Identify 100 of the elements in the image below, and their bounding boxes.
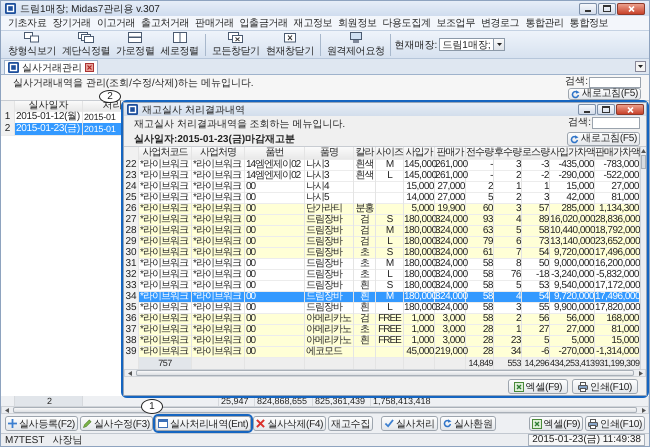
status-datetime: 2015-01-23(금) 11:49:38 <box>528 434 645 446</box>
row-number: 29 <box>124 236 139 248</box>
vertical-scrollbar[interactable] <box>640 147 646 369</box>
table-row[interactable]: 24 *라이브워크 *라이브워크 00 나시4 15,000 27,000 2 1 1 15,000 27,000 <box>124 181 640 192</box>
scroll-thumb[interactable] <box>136 370 634 376</box>
maximize-button[interactable] <box>597 104 615 115</box>
minimize-button[interactable] <box>578 104 596 115</box>
printer-icon <box>578 382 588 392</box>
minimize-icon <box>585 10 591 12</box>
table-row[interactable]: 39 *라이브워크 *라이브워크 00 에코모드 45,000219,000 28 34 -6 -270,000 -1,314,000 <box>124 346 640 357</box>
table-row[interactable]: 35 *라이브워크 *라이브워크 00 드림장바 흰 L 180,000324,000 58 3 55 9,900,00017,820,000 <box>124 302 640 313</box>
menu-item[interactable]: 장기거래 <box>51 16 92 30</box>
menu-item[interactable]: 변경로그 <box>480 16 520 30</box>
table-row[interactable]: 31 *라이브워크 *라이브워크 00 드림장바 초 M 180,000324,000 58 8 50 9,000,00016,200,000 <box>124 258 640 269</box>
action-button[interactable]: 실사수정(F3) <box>80 416 153 431</box>
row-number: 2 <box>1 123 15 136</box>
row-number: 37 <box>124 324 139 336</box>
menu-item[interactable]: 보조업무 <box>435 16 476 30</box>
action-button[interactable]: 엑셀(F9) <box>508 379 568 394</box>
action-button[interactable]: 실사환원 <box>440 416 496 431</box>
plus-icon <box>8 419 17 428</box>
action-button[interactable]: 엑셀(F9) <box>528 416 584 431</box>
row-number: 36 <box>124 313 139 325</box>
scroll-thumb[interactable] <box>13 407 637 413</box>
row-number: 27 <box>124 214 139 226</box>
toolbar-button[interactable]: 현재창닫기 <box>262 32 317 58</box>
horizontal-scrollbar[interactable] <box>124 369 646 377</box>
row-count: 757 <box>139 357 192 370</box>
scroll-thumb[interactable] <box>641 155 646 169</box>
toolbar-button[interactable]: 세로정렬 <box>157 32 202 58</box>
app-icon <box>5 3 16 14</box>
table-row[interactable]: 30 *라이브워크 *라이브워크 00 드림장바 초 S 180,000324,000 61 7 54 9,720,00017,496,000 <box>124 247 640 258</box>
table-row[interactable]: 29 *라이브워크 *라이브워크 00 드림장바 검 L 180,000324,000 79 6 7313,140,00023,652,000 <box>124 236 640 247</box>
window-title: 재고실사 처리결과내역 <box>142 104 245 116</box>
tab[interactable]: 실사거래관리 <box>4 60 98 74</box>
action-button[interactable]: 실사등록(F2) <box>5 416 78 431</box>
maximize-button[interactable] <box>598 2 616 14</box>
row-number: 38 <box>124 335 139 347</box>
grid-corner <box>124 147 139 160</box>
tab-list-button[interactable] <box>635 61 646 72</box>
action-button[interactable]: 재고수집 <box>328 416 373 431</box>
menu-item[interactable]: 입출금거래 <box>238 16 289 30</box>
row-number: 25 <box>124 192 139 204</box>
search-field[interactable] <box>592 117 640 129</box>
column-header: 실사일자 <box>15 101 83 112</box>
refresh-icon <box>571 90 580 98</box>
app-icon <box>8 62 19 73</box>
row-number: 35 <box>124 302 139 314</box>
arrow-left-icon <box>4 408 8 412</box>
window-x-icon <box>282 32 298 42</box>
store-dropdown[interactable]: 드림1매장; <box>439 38 506 51</box>
date-label: 실사일자:2015-01-23(금)마감재고분 <box>134 134 296 146</box>
menu-item[interactable]: 재고정보 <box>292 16 334 30</box>
caret-icon <box>496 43 502 46</box>
table-row[interactable]: 32 *라이브워크 *라이브워크 00 드림장바 초 L 180,000324,000 58 76 -18 -3,240,000 -5,832,000 <box>124 269 640 280</box>
table-row[interactable]: 22 *라이브워크 *라이브워크 14엠엔제이02 나시3 흰색 M 145,000261,000 - 3 -3 -435,000 -783,000 <box>124 159 640 170</box>
refresh-button[interactable]: 새로고침(F5) <box>568 88 641 100</box>
toolbar-button[interactable]: 계단식정렬 <box>59 32 114 58</box>
table-row[interactable]: 26 *라이브워크 *라이브워크 00 단가라티 분홍 5,000 19,900 60 3 57 285,000 1,134,300 <box>124 203 640 214</box>
menu-item[interactable]: 회원정보 <box>337 16 378 30</box>
table-row[interactable]: 27 *라이브워크 *라이브워크 00 드림장바 검 S 180,000324,000 93 4 8916,020,00028,836,000 <box>124 214 640 225</box>
action-button[interactable]: 실사삭제(F4) <box>253 416 326 431</box>
search-field[interactable] <box>589 76 641 88</box>
minimize-icon <box>584 110 590 112</box>
toolbar-button[interactable]: 모든창닫기 <box>208 32 263 58</box>
row-number: 1 <box>1 111 15 124</box>
minimize-button[interactable] <box>579 2 597 14</box>
table-row[interactable]: 23 *라이브워크 *라이브워크 14엠엔제이02 나시3 흰색 L 145,000261,000 - 2 -2 -290,000 -522,000 <box>124 170 640 181</box>
toolbar-button[interactable]: 창형식보기 <box>5 32 60 58</box>
menu-item[interactable]: 이고거래 <box>96 16 136 30</box>
action-button[interactable]: 실사처리내역(Ent) <box>154 416 252 431</box>
menu-item[interactable]: 판매거래 <box>194 16 235 30</box>
menu-item[interactable]: 통합정보 <box>568 16 610 30</box>
row-number: 23 <box>124 170 139 182</box>
refresh-button[interactable]: 새로고침(F5) <box>567 132 640 146</box>
action-button[interactable]: 실사처리 <box>381 416 438 431</box>
close-button[interactable] <box>616 104 644 115</box>
table-row[interactable]: 37 *라이브워크 *라이브워크 00 아메리카노 초 FREE 1,000 3,000 28 1 27 27,000 81,000 <box>124 324 640 335</box>
menu-item[interactable]: 통합관리 <box>524 16 565 30</box>
row-number: 22 <box>124 159 139 171</box>
action-button[interactable]: 인쇄(F10) <box>572 379 638 394</box>
caret-icon <box>638 65 643 68</box>
menu-item[interactable]: 기초자료 <box>7 16 48 30</box>
tab-close-button[interactable] <box>85 63 94 72</box>
menu-item[interactable]: 출고처거래 <box>140 16 190 30</box>
window-icon <box>158 419 168 428</box>
close-button[interactable] <box>617 2 645 14</box>
action-button[interactable]: 인쇄(F10) <box>585 416 645 431</box>
table-row[interactable]: 28 *라이브워크 *라이브워크 00 드림장바 검 M 180,000324,000 63 5 5810,440,00018,792,000 <box>124 225 640 236</box>
row-number: 26 <box>124 203 139 215</box>
table-row[interactable]: 33 *라이브워크 *라이브워크 00 드림장바 흰 S 180,000324,000 58 5 53 9,540,00017,172,000 <box>124 280 640 291</box>
table-row[interactable]: 38 *라이브워크 *라이브워크 00 아메리카노 흰 FREE 1,000 3,000 28 23 5 5,000 15,000 <box>124 335 640 346</box>
toolbar-button[interactable]: 원격제어요청 <box>324 32 388 58</box>
monitor-icon <box>348 32 364 42</box>
status-role: 사장님 <box>52 434 82 447</box>
check-icon <box>384 419 394 428</box>
table-row[interactable]: 25 *라이브워크 *라이브워크 00 나시5 14,000 27,000 5 2 3 42,000 81,000 <box>124 192 640 203</box>
table-row[interactable]: 36 *라이브워크 *라이브워크 00 아메리카노 검 FREE 1,000 3,000 58 2 56 56,000 168,000 <box>124 313 640 324</box>
menu-item[interactable]: 다용도집계 <box>381 16 432 30</box>
toolbar-button[interactable]: 가로정렬 <box>113 32 158 58</box>
